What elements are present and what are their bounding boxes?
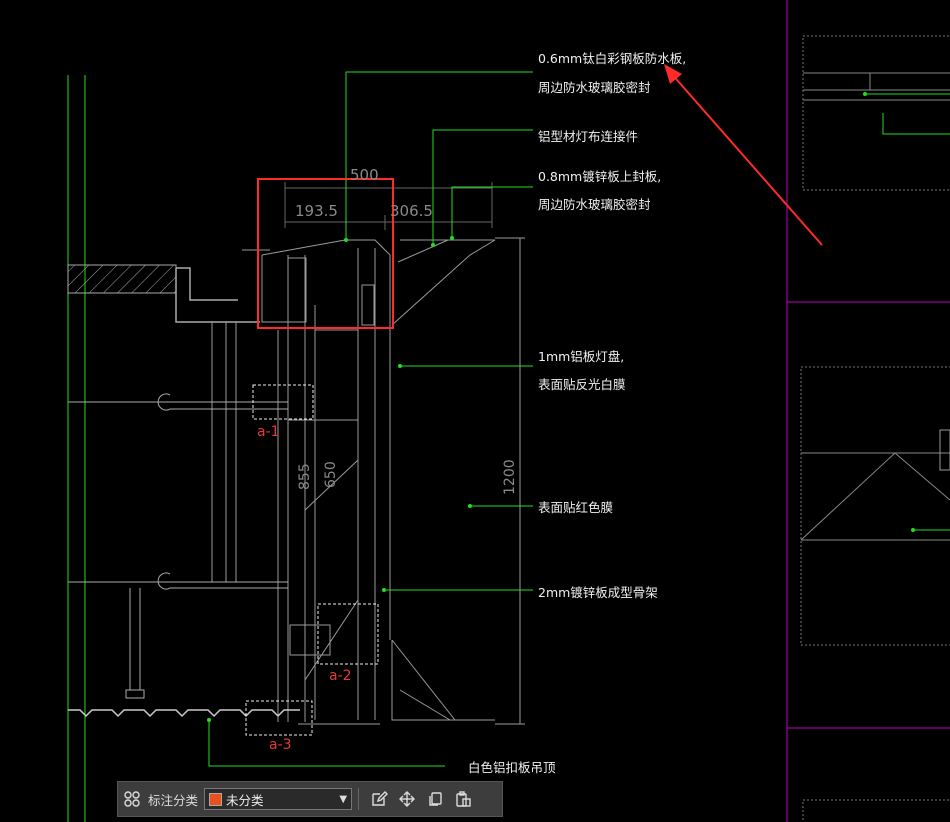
annotation-label: 0.8mm镀锌板上封板, bbox=[538, 169, 662, 184]
dimension-text: 855 bbox=[297, 463, 313, 490]
hatched-wall bbox=[67, 264, 177, 294]
toolbar-separator bbox=[358, 788, 360, 810]
annotation-label: 表面贴反光白膜 bbox=[538, 377, 626, 392]
chevron-down-icon: ▼ bbox=[339, 793, 348, 805]
dimension-text: 650 bbox=[323, 461, 339, 488]
detail-tag: a-1 bbox=[257, 424, 280, 440]
detail-tag: a-3 bbox=[269, 737, 292, 753]
annotation-label: 0.6mm钛白彩钢板防水板, bbox=[538, 51, 687, 66]
category-value: 未分类 bbox=[226, 792, 264, 808]
copy-icon[interactable] bbox=[421, 785, 449, 813]
annotation-label: 周边防水玻璃胶密封 bbox=[538, 197, 651, 212]
dimension-text: 306.5 bbox=[390, 202, 433, 220]
move-icon[interactable] bbox=[393, 785, 421, 813]
detail-callout-a3 bbox=[245, 700, 313, 736]
detail-box bbox=[800, 366, 950, 646]
edit-icon[interactable] bbox=[365, 785, 393, 813]
detail-box bbox=[802, 35, 950, 191]
ceiling-panel bbox=[68, 709, 300, 718]
detail-tag: a-2 bbox=[329, 668, 352, 684]
annotation-label: 铝型材灯布连接件 bbox=[538, 129, 639, 144]
category-label: 标注分类 bbox=[148, 792, 199, 808]
dimension-text: 1200 bbox=[502, 459, 518, 495]
category-color-swatch bbox=[209, 792, 223, 806]
cad-drawing-canvas[interactable] bbox=[0, 0, 950, 822]
annotation-label: 2mm镀锌板成型骨架 bbox=[538, 585, 658, 600]
annotation-label: 周边防水玻璃胶密封 bbox=[538, 80, 651, 95]
detail-box bbox=[802, 799, 950, 822]
dimension-text: 193.5 bbox=[295, 202, 338, 220]
grid-icon[interactable] bbox=[118, 785, 146, 813]
annotation-label: 表面贴红色膜 bbox=[538, 500, 614, 515]
paste-icon[interactable] bbox=[449, 785, 477, 813]
annotation-label: 1mm铝板灯盘, bbox=[538, 349, 625, 364]
category-select[interactable]: 未分类 ▼ bbox=[204, 788, 353, 810]
annotation-toolbar: 标注分类 未分类 ▼ bbox=[117, 781, 503, 817]
red-arrow bbox=[669, 71, 823, 246]
dimension-text: 500 bbox=[350, 166, 379, 184]
annotation-label: 白色铝扣板吊顶 bbox=[468, 760, 556, 775]
